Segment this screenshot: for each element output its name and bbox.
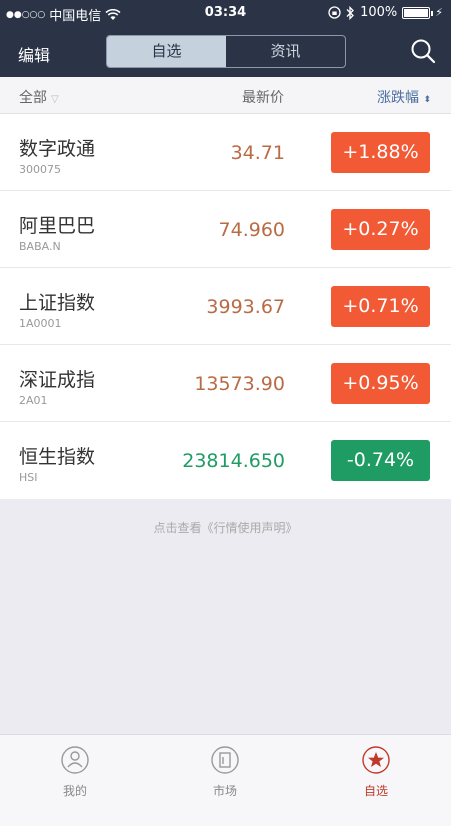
stock-name: 阿里巴巴 [19,215,96,237]
stock-row[interactable]: 上证指数 1A0001 3993.67 +0.71% [0,268,451,345]
search-icon[interactable] [410,38,436,64]
top-bar: ●●○○○ 中国电信 03:34 100% ⚡ 编辑 自选 资讯 [0,0,451,77]
list-header: 全部 ▽ 最新价 涨跌幅 ⬍ [0,77,451,114]
orientation-lock-icon [328,6,341,19]
sort-change-label: 涨跌幅 [377,90,419,106]
tab-watchlist[interactable]: 自选 [107,36,226,67]
change-badge[interactable]: +0.71% [331,286,430,327]
stock-row[interactable]: 恒生指数 HSI 23814.650 -0.74% [0,422,451,499]
sort-change-button[interactable]: 涨跌幅 ⬍ [377,87,431,107]
tab-me[interactable]: 我的 [35,745,115,799]
change-badge[interactable]: +1.88% [331,132,430,173]
tab-news[interactable]: 资讯 [226,36,345,67]
stock-price: 34.71 [230,142,285,164]
bluetooth-icon [346,5,355,20]
filter-all-label: 全部 [19,90,47,106]
stock-name: 深证成指 [19,369,96,391]
stock-name: 数字政通 [19,138,96,160]
stock-code: 1A0001 [19,317,62,330]
change-badge[interactable]: +0.95% [331,363,430,404]
stock-row[interactable]: 深证成指 2A01 13573.90 +0.95% [0,345,451,422]
filter-all[interactable]: 全部 ▽ [19,87,59,107]
edit-button[interactable]: 编辑 [18,42,50,66]
tab-market[interactable]: 市场 [185,745,265,799]
chevron-down-icon: ▽ [51,94,59,105]
nav-row: 编辑 自选 资讯 [0,34,451,70]
stock-price: 3993.67 [206,296,285,318]
change-badge[interactable]: -0.74% [331,440,430,481]
column-price: 最新价 [242,90,284,106]
charging-icon: ⚡ [435,6,443,19]
tab-market-label: 市场 [212,784,237,798]
tab-bar: 我的 市场 自选 [0,734,451,826]
user-icon [61,746,89,774]
stock-code: 2A01 [19,394,48,407]
status-bar: ●●○○○ 中国电信 03:34 100% ⚡ [0,0,451,26]
stock-code: HSI [19,471,38,484]
stock-price: 13573.90 [194,373,285,395]
stock-price: 23814.650 [182,450,285,472]
stock-row[interactable]: 阿里巴巴 BABA.N 74.960 +0.27% [0,191,451,268]
change-badge[interactable]: +0.27% [331,209,430,250]
stock-code: BABA.N [19,240,61,253]
stock-name: 恒生指数 [19,446,96,468]
stock-row[interactable]: 数字政通 300075 34.71 +1.88% [0,114,451,191]
sort-icon: ⬍ [423,95,431,105]
market-icon [211,746,239,774]
star-icon [362,746,390,774]
stock-list: 数字政通 300075 34.71 +1.88% 阿里巴巴 BABA.N 74.… [0,114,451,499]
battery-icon [402,6,434,19]
tab-watchlist-bottom[interactable]: 自选 [336,745,416,799]
status-right: 100% ⚡ [328,5,443,20]
tab-watchlist-label: 自选 [363,784,388,798]
battery-percent: 100% [360,5,398,20]
stock-code: 300075 [19,163,61,176]
stock-name: 上证指数 [19,292,96,314]
stock-price: 74.960 [218,219,285,241]
segment-control: 自选 资讯 [106,35,346,68]
disclaimer-link[interactable]: 点击查看《行情使用声明》 [0,519,451,536]
tab-me-label: 我的 [62,784,87,798]
